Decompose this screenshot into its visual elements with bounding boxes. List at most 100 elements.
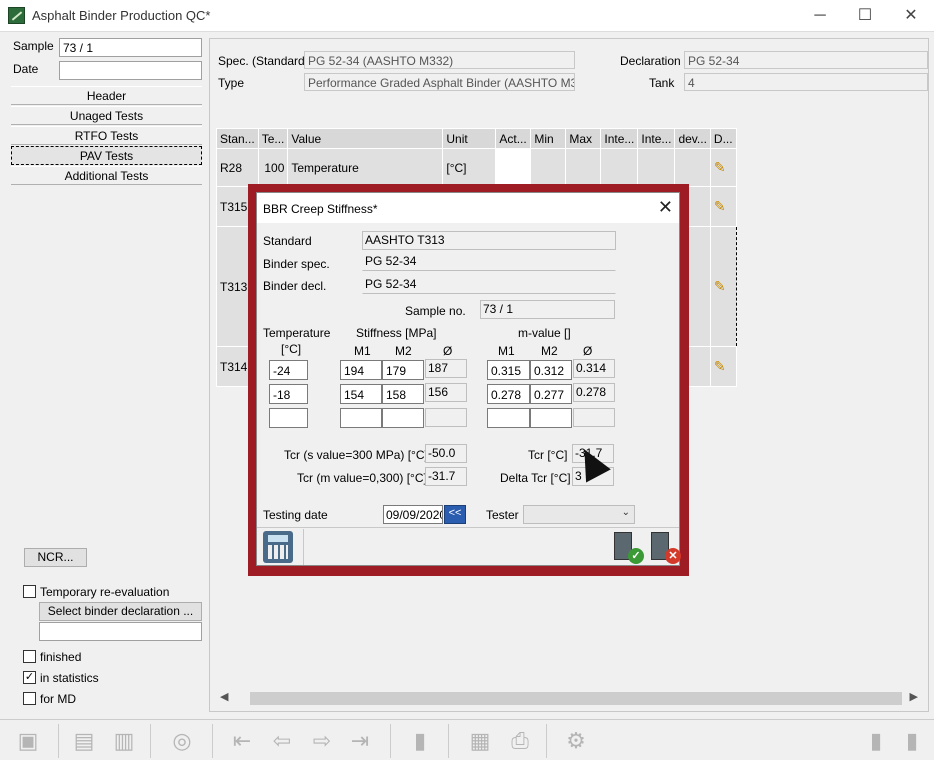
col-d[interactable]: D... xyxy=(709,128,737,149)
col-value[interactable]: Value xyxy=(287,128,444,149)
sample-no-field: 73 / 1 xyxy=(480,300,615,319)
stiffness-label: Stiffness [MPa] xyxy=(356,326,437,340)
cell-actual[interactable] xyxy=(495,148,532,187)
cell-interval-2 xyxy=(637,148,676,187)
nav-unaged-tests[interactable]: Unaged Tests xyxy=(11,106,202,125)
nav-rtfo-tests[interactable]: RTFO Tests xyxy=(11,126,202,145)
tcr-s-label: Tcr (s value=300 MPa) [°C] xyxy=(284,448,428,462)
nav-additional-tests[interactable]: Additional Tests xyxy=(11,166,202,185)
stiffness-m2-input-3[interactable] xyxy=(382,408,424,428)
close-window-button[interactable]: ✕ xyxy=(888,0,934,32)
col-temp[interactable]: Te... xyxy=(257,128,289,149)
col-interval-1[interactable]: Inte... xyxy=(600,128,639,149)
finished-checkbox[interactable] xyxy=(23,650,36,663)
stiffness-m2-input-2[interactable]: 158 xyxy=(382,384,424,404)
pencil-icon[interactable]: ✎ xyxy=(714,199,728,213)
col-interval-2[interactable]: Inte... xyxy=(637,128,676,149)
temperature-input-1[interactable]: -24 xyxy=(269,360,308,380)
col-actual[interactable]: Act... xyxy=(495,128,532,149)
date-picker-button[interactable]: << xyxy=(444,505,466,524)
cell-temp: 100 xyxy=(257,148,289,187)
sample-field[interactable]: 73 / 1 xyxy=(59,38,202,57)
first-record-icon[interactable]: ⇤ xyxy=(228,728,256,754)
tester-label: Tester xyxy=(486,508,519,522)
col-unit[interactable]: Unit xyxy=(442,128,497,149)
maximize-button[interactable]: ☐ xyxy=(842,0,888,32)
nav-pav-tests[interactable]: PAV Tests xyxy=(11,146,202,165)
pencil-icon[interactable]: ✎ xyxy=(714,359,728,373)
nav-header[interactable]: Header xyxy=(11,86,202,105)
ncr-button[interactable]: NCR... xyxy=(24,548,87,567)
pencil-icon[interactable]: ✎ xyxy=(714,160,728,174)
search-icon[interactable]: ◎ xyxy=(168,728,196,754)
close-icon[interactable]: ▮ xyxy=(898,728,926,754)
temperature-input-3[interactable] xyxy=(269,408,308,428)
horizontal-scrollbar[interactable]: ◀ ▶ xyxy=(216,690,922,706)
testing-date-label: Testing date xyxy=(263,508,328,522)
stiffness-m1-input-3[interactable] xyxy=(340,408,382,428)
bbr-dialog: BBR Creep Stiffness* ✕ Standard AASHTO T… xyxy=(256,192,681,566)
table-row[interactable]: R28 100 Temperature [°C] ✎ xyxy=(216,148,737,187)
save-icon[interactable]: ▤ xyxy=(70,728,98,754)
mvalue-m2-input-3[interactable] xyxy=(530,408,572,428)
tester-select[interactable]: ⌄ xyxy=(523,505,635,524)
report-icon[interactable]: ▦ xyxy=(466,728,494,754)
mvalue-m1-input-3[interactable] xyxy=(487,408,530,428)
for-md-checkbox[interactable] xyxy=(23,692,36,705)
col-standard[interactable]: Stan... xyxy=(216,128,259,149)
testing-date-field[interactable]: 09/09/2020 xyxy=(383,505,443,524)
temp-reeval-checkbox[interactable] xyxy=(23,585,36,598)
select-declaration-button[interactable]: Select binder declaration ... xyxy=(39,602,202,621)
minimize-button[interactable]: ─ xyxy=(797,0,843,32)
tcr-m-field: -31.7 xyxy=(425,467,467,486)
next-record-icon[interactable]: ⇨ xyxy=(308,728,336,754)
print-icon[interactable]: ⎙ xyxy=(506,728,534,754)
cell-edit[interactable]: ✎ xyxy=(709,346,737,387)
tcr-m-label: Tcr (m value=0,300) [°C] xyxy=(297,471,427,485)
mvalue-avg-header: Ø xyxy=(583,344,593,358)
previous-record-icon[interactable]: ⇦ xyxy=(268,728,296,754)
cell-edit[interactable]: ✎ xyxy=(709,148,737,187)
new-record-icon[interactable]: ▣ xyxy=(14,728,42,754)
exit-record-icon[interactable]: ▮ xyxy=(406,728,434,754)
mvalue-m1-input-1[interactable]: 0.315 xyxy=(487,360,530,380)
cell-standard: R28 xyxy=(216,148,259,187)
cancel-button[interactable]: ✕ xyxy=(649,530,681,564)
scrollbar-thumb[interactable] xyxy=(250,692,902,705)
mvalue-m2-input-1[interactable]: 0.312 xyxy=(530,360,572,380)
mvalue-m1-input-2[interactable]: 0.278 xyxy=(487,384,530,404)
temperature-input-2[interactable]: -18 xyxy=(269,384,308,404)
calculator-icon[interactable] xyxy=(263,531,293,563)
stiffness-avg-3 xyxy=(425,408,467,427)
scroll-right-icon[interactable]: ▶ xyxy=(910,690,918,703)
binder-decl-field: PG 52-34 xyxy=(362,275,616,294)
last-record-icon[interactable]: ⇥ xyxy=(346,728,374,754)
mvalue-m2-input-2[interactable]: 0.277 xyxy=(530,384,572,404)
stiffness-m1-input-1[interactable]: 194 xyxy=(340,360,382,380)
in-statistics-label: in statistics xyxy=(40,671,99,685)
pencil-icon[interactable]: ✎ xyxy=(714,279,728,293)
date-field[interactable] xyxy=(59,61,202,80)
for-md-label: for MD xyxy=(40,692,76,706)
stiffness-m1-header: M1 xyxy=(354,344,371,358)
col-min[interactable]: Min xyxy=(530,128,567,149)
stiffness-m1-input-2[interactable]: 154 xyxy=(340,384,382,404)
col-max[interactable]: Max xyxy=(565,128,602,149)
col-deviation[interactable]: dev... xyxy=(674,128,711,149)
scroll-left-icon[interactable]: ◀ xyxy=(220,690,228,703)
sample-label: Sample xyxy=(13,39,54,53)
stiffness-m2-input-1[interactable]: 179 xyxy=(382,360,424,380)
tcr-label: Tcr [°C] xyxy=(528,448,568,462)
cell-edit[interactable]: ✎ xyxy=(709,226,737,347)
cell-edit[interactable]: ✎ xyxy=(709,186,737,227)
declaration-field[interactable] xyxy=(39,622,202,641)
in-statistics-checkbox[interactable]: ✓ xyxy=(23,671,36,684)
delete-icon[interactable]: ▥ xyxy=(110,728,138,754)
tools-icon[interactable]: ⚙ xyxy=(562,728,590,754)
cell-min xyxy=(530,148,567,187)
save-ok-button[interactable]: ✓ xyxy=(612,530,644,564)
save-close-icon[interactable]: ▮ xyxy=(862,728,890,754)
dialog-close-button[interactable]: ✕ xyxy=(658,197,673,218)
m-value-label: m-value [] xyxy=(518,326,571,340)
cell-interval-1 xyxy=(600,148,639,187)
